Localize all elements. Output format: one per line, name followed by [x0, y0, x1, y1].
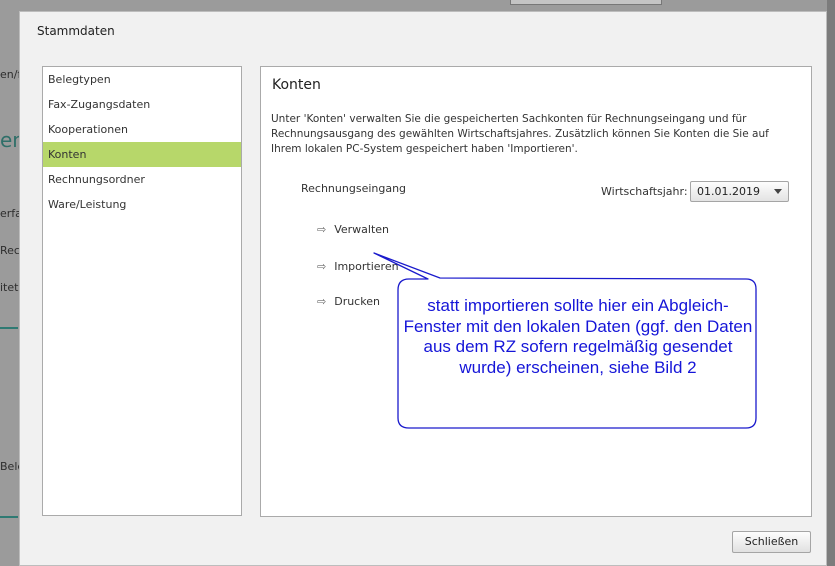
annotation-text: statt importieren sollte hier ein Abglei…	[403, 296, 753, 377]
annotation-callout	[373, 252, 757, 429]
